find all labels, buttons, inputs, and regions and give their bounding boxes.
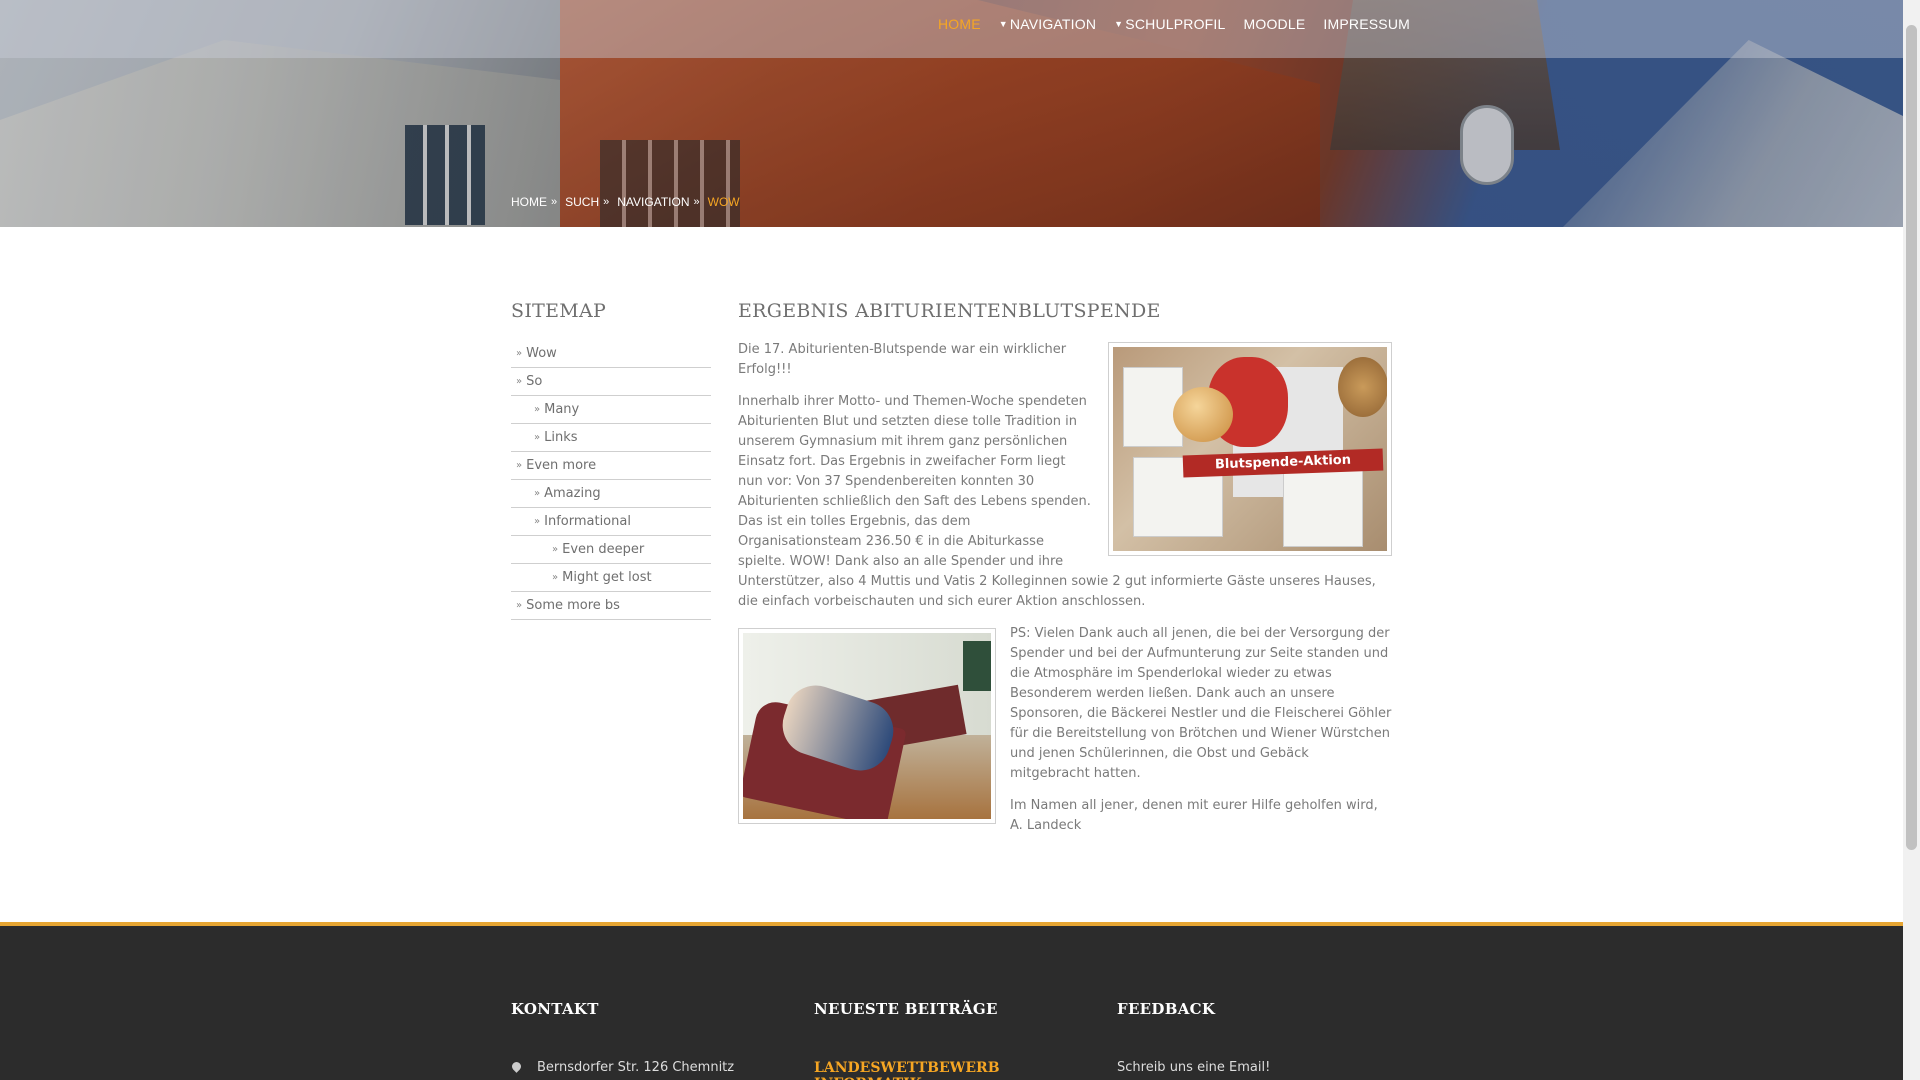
raquo-icon: »: [534, 404, 541, 415]
article: ERGEBNIS ABITURIENTENBLUTSPENDE Blutspen…: [738, 300, 1392, 848]
sitemap-item-amazing[interactable]: » Amazing: [511, 480, 711, 508]
sitemap-item-many[interactable]: » Many: [511, 396, 711, 424]
sitemap-sidebar: SITEMAP » Wow » So » Many » Links » Even more…: [511, 300, 711, 620]
breadcrumb: HOME » SUCH » NAVIGATION » WOW: [511, 195, 740, 209]
raquo-icon: »: [552, 544, 559, 555]
breadcrumb-separator: »: [693, 196, 700, 208]
footer-latest-post-link[interactable]: LANDESWETTBEWERB INFORMATIK: [814, 1060, 1074, 1080]
sitemap-item-links[interactable]: » Links: [511, 424, 711, 452]
nav-item-schulprofil[interactable]: ▼ SCHULPROFIL: [1114, 16, 1225, 32]
page-scrollbar[interactable]: [1903, 0, 1920, 1080]
sitemap-item-some-more-bs[interactable]: » Some more bs: [511, 592, 711, 620]
raquo-icon: »: [534, 432, 541, 443]
footer-email-link[interactable]: Schreib uns eine Email!: [1117, 1060, 1377, 1075]
caret-down-icon: ▼: [1114, 19, 1124, 29]
main-navigation: HOME ▼ NAVIGATION ▼ SCHULPROFIL MOODLE IMP…: [920, 0, 1410, 48]
footer-contact-title: KONTAKT: [511, 1000, 599, 1018]
sitemap-item-informational[interactable]: » Informational: [511, 508, 711, 536]
map-pin-icon: [511, 1062, 523, 1074]
footer-feedback-title: FEEDBACK: [1117, 1000, 1216, 1018]
teddy-bear: [1338, 357, 1387, 417]
nav-item-moodle[interactable]: MOODLE: [1244, 16, 1306, 32]
breadcrumb-home[interactable]: HOME: [511, 195, 547, 209]
raquo-icon: »: [552, 572, 559, 583]
footer-contact: KONTAKT Bernsdorfer Str. 126 Chemnitz: [511, 1000, 771, 1075]
sitemap-item-even-deeper[interactable]: » Even deeper: [511, 536, 711, 564]
sitemap-item-so[interactable]: » So: [511, 368, 711, 396]
scrollbar-thumb[interactable]: [1906, 25, 1917, 850]
breadcrumb-current: WOW: [707, 195, 740, 209]
nav-item-home[interactable]: HOME: [938, 16, 981, 32]
breadcrumb-navigation[interactable]: NAVIGATION: [617, 195, 689, 209]
nav-item-navigation[interactable]: ▼ NAVIGATION: [999, 16, 1096, 32]
footer-address: Bernsdorfer Str. 126 Chemnitz: [511, 1060, 771, 1075]
sitemap-item-even-more[interactable]: » Even more: [511, 452, 711, 480]
raquo-icon: »: [534, 516, 541, 527]
raquo-icon: »: [516, 376, 523, 387]
footer-feedback: FEEDBACK Schreib uns eine Email!: [1117, 1000, 1377, 1075]
sitemap-item-wow[interactable]: » Wow: [511, 340, 711, 368]
article-title: ERGEBNIS ABITURIENTENBLUTSPENDE: [738, 300, 1161, 322]
raquo-icon: »: [516, 460, 523, 471]
caret-down-icon: ▼: [998, 19, 1008, 29]
sitemap-item-might-get-lost[interactable]: » Might get lost: [511, 564, 711, 592]
photo-donors[interactable]: [738, 628, 996, 824]
footer-posts-title: NEUESTE BEITRÄGE: [814, 1000, 998, 1018]
breadcrumb-separator: »: [603, 196, 610, 208]
sitemap-title: SITEMAP: [511, 300, 607, 322]
raquo-icon: »: [534, 488, 541, 499]
raquo-icon: »: [516, 348, 523, 359]
footer: KONTAKT Bernsdorfer Str. 126 Chemnitz NE…: [0, 926, 1903, 1080]
sitemap-list: » Wow » So » Many » Links » Even more » Amazin…: [511, 340, 711, 620]
breadcrumb-separator: »: [551, 196, 558, 208]
photo-blood-donation-table[interactable]: Blutspende-Aktion: [1108, 342, 1392, 556]
raquo-icon: »: [516, 600, 523, 611]
nav-item-impressum[interactable]: IMPRESSUM: [1323, 16, 1410, 32]
footer-posts: NEUESTE BEITRÄGE LANDESWETTBEWERB INFORM…: [814, 1000, 1074, 1080]
breadcrumb-such[interactable]: SUCH: [565, 195, 599, 209]
